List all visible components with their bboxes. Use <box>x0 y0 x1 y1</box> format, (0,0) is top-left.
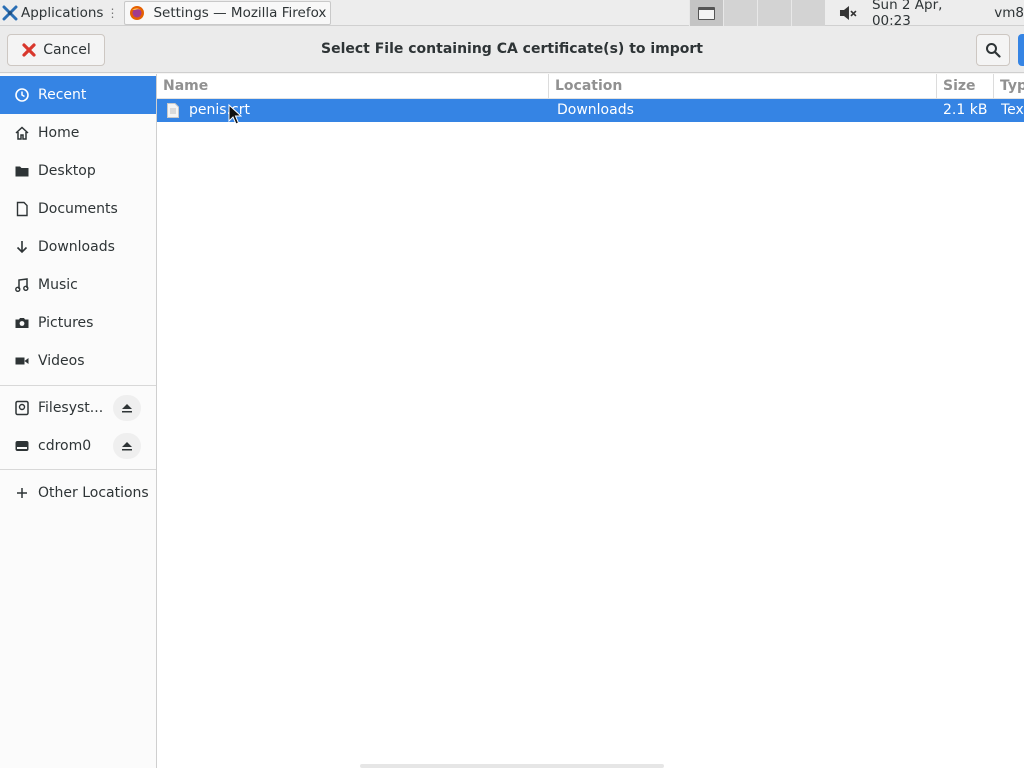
sidebar-item-label: Videos <box>38 353 85 369</box>
hostname-label: vm8 <box>994 5 1024 21</box>
xfce-logo-icon <box>2 5 18 20</box>
applications-label: Applications <box>21 4 104 21</box>
sidebar-item-label: Home <box>38 125 80 141</box>
music-icon <box>15 278 29 293</box>
sidebar-item-label: Recent <box>38 87 87 103</box>
sidebar-separator <box>0 469 156 470</box>
sidebar-item-label: Desktop <box>38 163 96 179</box>
sidebar-item-documents[interactable]: Documents <box>0 190 156 228</box>
sidebar-item-label: Pictures <box>38 315 94 331</box>
dialog-header-bar: Select File containing CA certificate(s)… <box>0 26 1024 73</box>
taskbar-firefox-window[interactable]: Settings — Mozilla Firefox <box>124 0 332 25</box>
sidebar-item-videos[interactable]: Videos <box>0 342 156 380</box>
search-icon <box>986 43 1001 58</box>
desktop-folder-icon <box>15 166 29 177</box>
taskbar-window-title: Settings — Mozilla Firefox <box>153 4 327 21</box>
sidebar-item-other-locations[interactable]: Other Locations <box>0 474 156 512</box>
sidebar-item-pictures[interactable]: Pictures <box>0 304 156 342</box>
video-icon <box>15 357 29 365</box>
sidebar-item-label: Documents <box>38 201 118 217</box>
workspace-4[interactable] <box>791 0 825 26</box>
volume-muted-icon[interactable] <box>838 4 858 22</box>
sidebar-item-label: Downloads <box>38 239 115 255</box>
sidebar-item-downloads[interactable]: Downloads <box>0 228 156 266</box>
column-header-type[interactable]: Typ <box>993 74 1024 99</box>
window-thumbnail-icon <box>698 6 715 20</box>
system-tray: Sun 2 Apr, 00:23 vm8 <box>838 0 1024 29</box>
applications-separator: ⋮ <box>106 5 119 20</box>
eject-button[interactable] <box>113 395 141 421</box>
document-icon <box>16 201 28 217</box>
workspace-switcher[interactable] <box>689 0 825 26</box>
mouse-pointer-icon <box>228 104 242 125</box>
workspace-3[interactable] <box>757 0 791 26</box>
cancel-button[interactable]: Cancel <box>7 34 105 66</box>
camera-icon <box>15 318 29 328</box>
dialog-title: Select File containing CA certificate(s)… <box>320 41 703 57</box>
column-header-size[interactable]: Size <box>936 74 993 99</box>
clock[interactable]: Sun 2 Apr, 00:23 <box>872 0 985 29</box>
sidebar-item-label: Other Locations <box>38 485 149 501</box>
home-icon <box>15 126 29 140</box>
file-size: 2.1 kB <box>943 102 988 118</box>
recent-icon <box>15 88 29 102</box>
eject-icon <box>122 404 132 413</box>
sidebar-item-music[interactable]: Music <box>0 266 156 304</box>
file-type: Tex <box>1001 102 1024 118</box>
workspace-2[interactable] <box>723 0 757 26</box>
cancel-label: Cancel <box>43 42 91 58</box>
drive-icon <box>15 400 29 416</box>
firefox-icon <box>130 5 145 20</box>
workspace-1[interactable] <box>689 0 723 26</box>
sidebar-item-desktop[interactable]: Desktop <box>0 152 156 190</box>
places-sidebar: Recent Home Desktop Documents Downloads … <box>0 74 157 768</box>
top-panel: Applications ⋮ Settings — Mozilla Firefo… <box>0 0 1024 29</box>
optical-drive-icon <box>15 441 29 451</box>
sidebar-item-label: cdrom0 <box>38 438 92 454</box>
file-list[interactable]: Name Location Size Typ penis.crt Downloa… <box>157 74 1024 768</box>
sidebar-item-cdrom0[interactable]: cdrom0 <box>0 427 156 465</box>
horizontal-scrollbar[interactable] <box>360 764 664 768</box>
applications-menu[interactable]: Applications ⋮ <box>0 0 122 26</box>
text-file-icon <box>167 103 179 118</box>
file-location: Downloads <box>557 102 634 118</box>
open-button-edge[interactable] <box>1018 34 1024 66</box>
sidebar-item-filesystem[interactable]: Filesyst... <box>0 389 156 427</box>
search-button[interactable] <box>976 34 1010 66</box>
column-header-name[interactable]: Name <box>157 74 548 99</box>
sidebar-separator <box>0 385 156 386</box>
table-row[interactable]: penis.crt Downloads 2.1 kB Tex <box>157 99 1024 122</box>
sidebar-item-home[interactable]: Home <box>0 114 156 152</box>
sidebar-item-label: Music <box>38 277 78 293</box>
sidebar-item-recent[interactable]: Recent <box>0 76 156 114</box>
eject-button[interactable] <box>113 433 141 459</box>
plus-icon <box>17 488 27 498</box>
download-icon <box>16 241 28 254</box>
cancel-x-icon <box>22 43 36 57</box>
column-header-location[interactable]: Location <box>548 74 936 99</box>
sidebar-item-label: Filesyst... <box>38 400 104 416</box>
eject-icon <box>122 442 132 451</box>
